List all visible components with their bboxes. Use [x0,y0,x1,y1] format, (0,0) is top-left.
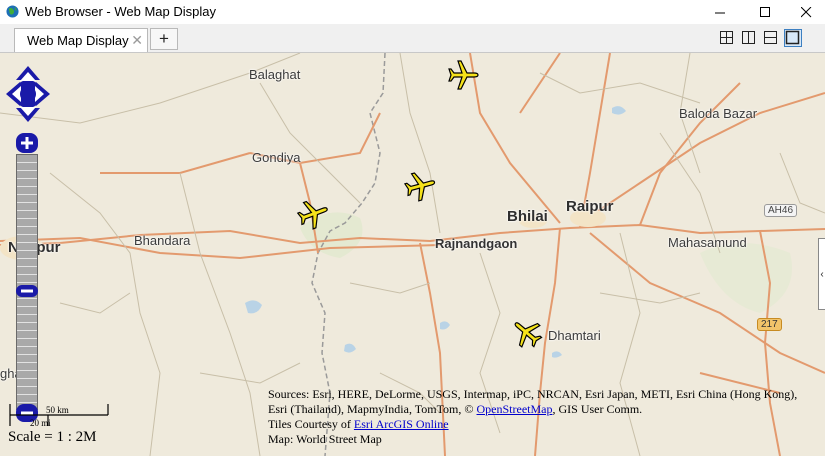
tab-bar: Web Map Display ✕ + [0,24,825,53]
place-label-bhandara: Bhandara [134,233,191,248]
pan-control[interactable] [6,64,50,124]
place-label-rajnandgaon: Rajnandgaon [435,236,518,251]
esri-arcgis-online-link[interactable]: Esri ArcGIS Online [354,417,449,431]
zoom-in-button[interactable] [15,132,39,154]
scale-km-label: 50 km [46,405,69,415]
scale-ratio-text: Scale = 1 : 2M [8,429,97,445]
airplane-icon[interactable] [403,169,437,203]
place-label-baloda-bazar: Baloda Bazar [679,106,758,121]
attribution-line-3: Tiles Courtesy of Esri ArcGIS Online [268,417,825,432]
attribution-line-2: Esri (Thailand), MapmyIndia, TomTom, © O… [268,402,825,417]
minimize-button[interactable] [697,0,743,24]
zoom-slider-track[interactable] [16,154,38,410]
title-bar: Web Browser - Web Map Display [0,0,825,24]
attribution-line-4: Map: World Street Map [268,432,382,446]
place-label-mahasamund: Mahasamund [668,235,747,250]
airplane-icon[interactable] [296,197,330,231]
layout-horizontal-split-button[interactable] [763,30,779,46]
globe-icon [6,5,19,18]
attribution-sources-text: Esri (Thailand), MapmyIndia, TomTom, © [268,402,474,416]
openstreetmap-link[interactable]: OpenStreetMap [477,402,553,416]
place-label-balaghat: Balaghat [249,67,301,82]
tab-close-icon[interactable]: ✕ [131,32,143,49]
airplane-icon[interactable] [446,58,480,92]
maximize-icon [759,6,770,17]
highway-shield-ah46: AH46 [764,204,798,217]
place-label-raipur: Raipur [566,198,614,215]
place-label-gondiya: Gondiya [252,150,301,165]
zoom-slider-thumb[interactable] [15,284,39,298]
layout-grid-button[interactable] [719,30,735,46]
attribution-suffix-text: , GIS User Comm. [552,402,643,416]
attribution-line-1: Sources: Esri, HERE, DeLorme, USGS, Inte… [268,387,798,401]
tiles-courtesy-text: Tiles Courtesy of [268,417,351,431]
scale-mi-label: 20 mi [30,418,51,428]
horizontal-split-icon [764,31,777,44]
grid-layout-icon [720,31,733,44]
close-button[interactable] [787,0,825,24]
maximize-button[interactable] [742,0,788,24]
add-tab-button[interactable]: + [150,28,178,50]
airplane-icon[interactable] [510,316,544,350]
highway-shield-217: 217 [757,318,782,331]
place-label-bhilai: Bhilai [507,208,548,225]
map-attribution: Sources: Esri, HERE, DeLorme, USGS, Inte… [268,387,825,447]
vertical-split-icon [742,31,755,44]
layout-single-button[interactable] [784,29,802,47]
tab-web-map-display[interactable]: Web Map Display ✕ [14,28,148,52]
window-title: Web Browser - Web Map Display [25,4,216,19]
layout-vertical-split-button[interactable] [741,30,757,46]
side-panel-toggle[interactable]: ‹ [818,238,825,310]
tab-label: Web Map Display [27,33,129,48]
place-label-dhamtari: Dhamtari [548,328,601,343]
minimize-icon [714,12,725,13]
close-icon [800,6,811,17]
single-layout-icon [785,30,800,45]
